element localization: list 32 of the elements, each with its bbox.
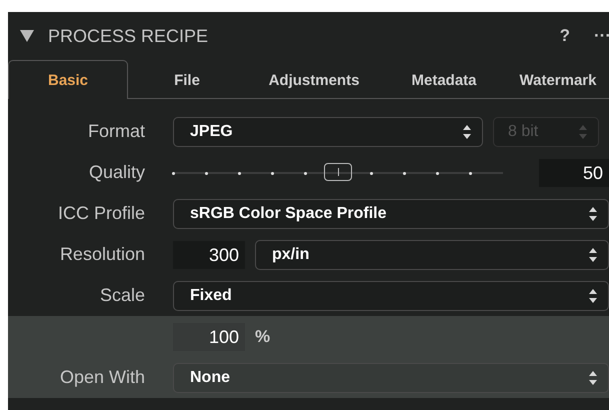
field-label: ICC Profile bbox=[58, 203, 145, 223]
tab[interactable]: Watermark bbox=[506, 60, 609, 99]
unit-label: % bbox=[255, 326, 270, 346]
field-label: Resolution bbox=[60, 244, 145, 264]
stepper-arrows-icon bbox=[462, 124, 472, 140]
field-label: Open With bbox=[60, 367, 145, 387]
panel-title: PROCESS RECIPE bbox=[48, 26, 210, 46]
tab[interactable]: File bbox=[128, 60, 246, 99]
field-label: Quality bbox=[88, 162, 145, 182]
field-label: Format bbox=[88, 121, 145, 141]
popup-button: 8 bit bbox=[493, 116, 599, 146]
stepper-arrows-icon bbox=[588, 288, 598, 304]
help-button[interactable]: ? bbox=[560, 26, 570, 46]
popup-button[interactable]: px/in bbox=[255, 240, 609, 270]
value-field[interactable]: 50 bbox=[539, 158, 609, 186]
tab[interactable]: Metadata bbox=[382, 60, 506, 99]
input-field[interactable]: 300 bbox=[173, 240, 245, 268]
stepper-arrows-icon bbox=[588, 246, 598, 262]
popup-button[interactable]: Fixed bbox=[173, 280, 609, 310]
stepper-arrows-icon bbox=[588, 370, 598, 386]
stepper-arrows-icon bbox=[578, 124, 588, 140]
popup-button[interactable]: sRGB Color Space Profile bbox=[173, 198, 609, 228]
input-field[interactable]: 100 bbox=[173, 322, 245, 350]
more-button[interactable]: ··· bbox=[594, 26, 609, 46]
tab[interactable]: Basic bbox=[8, 60, 128, 99]
popup-button[interactable]: JPEG bbox=[173, 116, 483, 146]
field-label: Scale bbox=[100, 285, 145, 305]
slider-thumb[interactable] bbox=[324, 162, 352, 180]
stepper-arrows-icon bbox=[588, 206, 598, 222]
disclosure-triangle-icon[interactable] bbox=[20, 30, 34, 42]
popup-button[interactable]: None bbox=[173, 362, 609, 392]
tab[interactable]: Adjustments bbox=[246, 60, 382, 99]
